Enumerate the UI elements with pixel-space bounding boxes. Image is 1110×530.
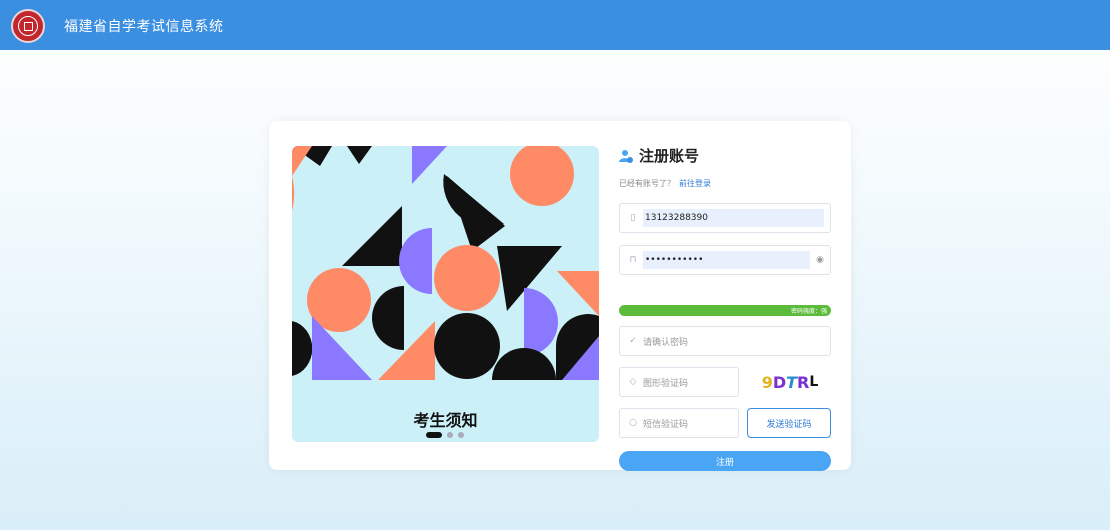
send-code-button[interactable]: 发送验证码 xyxy=(747,408,831,438)
user-add-icon xyxy=(619,149,633,163)
confirm-password-input[interactable]: 请确认密码 xyxy=(643,335,688,348)
form-title: 注册账号 xyxy=(619,145,831,166)
carousel-dot-2[interactable] xyxy=(447,432,453,438)
carousel-title: 考生须知 xyxy=(413,411,478,430)
login-link[interactable]: 前往登录 xyxy=(679,179,711,188)
image-captcha-field[interactable]: ◇ 图形验证码 xyxy=(619,367,739,397)
register-form: 注册账号 已经有账号了？ 前往登录 ▯ 13123288390 ⊓ •••••••… xyxy=(619,145,831,471)
have-account-text: 已经有账号了？ xyxy=(619,179,675,188)
shield-icon: ◇ xyxy=(629,377,637,387)
lock-icon: ⊓ xyxy=(629,255,637,265)
login-prompt: 已经有账号了？ 前往登录 xyxy=(619,178,831,189)
phone-input[interactable]: 13123288390 xyxy=(643,209,824,227)
phone-field[interactable]: ▯ 13123288390 xyxy=(619,203,831,233)
register-card: 考生须知 注册账号 已经有账号了？ 前往登录 ▯ 13123288390 ⊓ •… xyxy=(269,121,851,471)
form-title-text: 注册账号 xyxy=(639,147,700,165)
password-field[interactable]: ⊓ ••••••••••• ◉ xyxy=(619,245,831,275)
geometric-artwork xyxy=(292,146,599,380)
confirm-password-field[interactable]: ✓ 请确认密码 xyxy=(619,326,831,356)
password-input[interactable]: ••••••••••• xyxy=(643,251,811,269)
top-bar: 福建省自学考试信息系统 xyxy=(0,0,1110,50)
password-strength-bar: 密码强度：强 xyxy=(619,305,831,316)
carousel-dot-1[interactable] xyxy=(426,432,442,438)
eye-icon[interactable]: ◉ xyxy=(816,255,824,265)
emblem-icon xyxy=(11,9,45,43)
captcha-image[interactable]: 9DTRL xyxy=(749,367,831,397)
carousel-dot-3[interactable] xyxy=(458,432,464,438)
site-title: 福建省自学考试信息系统 xyxy=(64,19,224,35)
check-icon: ✓ xyxy=(629,336,637,346)
sms-code-field[interactable]: ○ 短信验证码 xyxy=(619,408,739,438)
message-icon: ○ xyxy=(629,418,637,428)
carousel-dots[interactable] xyxy=(426,432,464,438)
image-captcha-input[interactable]: 图形验证码 xyxy=(643,376,688,389)
password-strength-label: 密码强度：强 xyxy=(790,308,827,315)
notice-carousel[interactable]: 考生须知 xyxy=(292,146,599,442)
register-button[interactable]: 注册 xyxy=(619,451,831,471)
sms-code-input[interactable]: 短信验证码 xyxy=(643,417,688,430)
phone-icon: ▯ xyxy=(630,213,636,223)
